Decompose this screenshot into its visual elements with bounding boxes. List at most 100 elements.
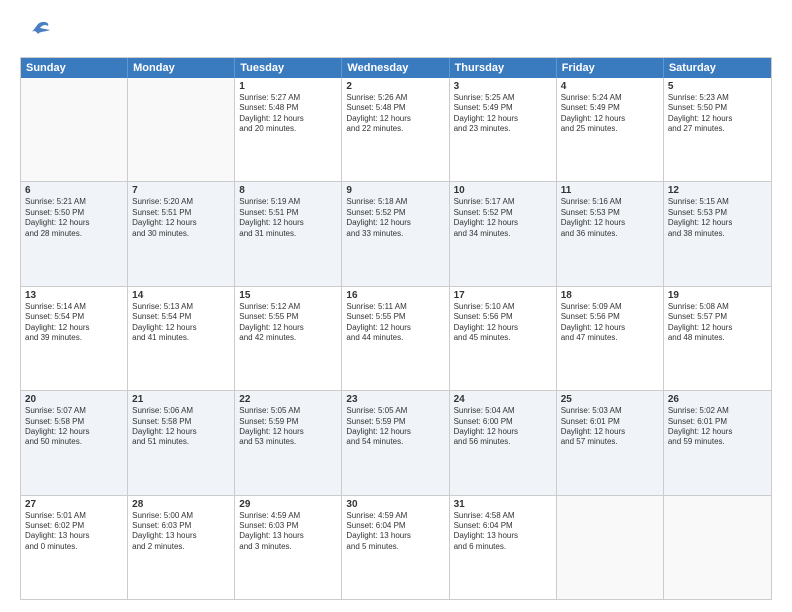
- day-number: 26: [668, 394, 767, 405]
- cell-details: Sunrise: 5:18 AM Sunset: 5:52 PM Dayligh…: [346, 197, 444, 239]
- calendar-cell: 21Sunrise: 5:06 AM Sunset: 5:58 PM Dayli…: [128, 391, 235, 494]
- day-number: 27: [25, 499, 123, 510]
- day-number: 14: [132, 290, 230, 301]
- calendar-cell: 7Sunrise: 5:20 AM Sunset: 5:51 PM Daylig…: [128, 182, 235, 285]
- day-number: 23: [346, 394, 444, 405]
- calendar-cell: 12Sunrise: 5:15 AM Sunset: 5:53 PM Dayli…: [664, 182, 771, 285]
- cell-details: Sunrise: 5:07 AM Sunset: 5:58 PM Dayligh…: [25, 406, 123, 448]
- calendar-cell: 5Sunrise: 5:23 AM Sunset: 5:50 PM Daylig…: [664, 78, 771, 181]
- day-number: 16: [346, 290, 444, 301]
- calendar-cell: 17Sunrise: 5:10 AM Sunset: 5:56 PM Dayli…: [450, 287, 557, 390]
- day-number: 2: [346, 81, 444, 92]
- header-cell-sunday: Sunday: [21, 58, 128, 78]
- cell-details: Sunrise: 5:09 AM Sunset: 5:56 PM Dayligh…: [561, 302, 659, 344]
- calendar-cell: 29Sunrise: 4:59 AM Sunset: 6:03 PM Dayli…: [235, 496, 342, 599]
- calendar-cell: 20Sunrise: 5:07 AM Sunset: 5:58 PM Dayli…: [21, 391, 128, 494]
- header-cell-saturday: Saturday: [664, 58, 771, 78]
- day-number: 8: [239, 185, 337, 196]
- calendar-row-0: 1Sunrise: 5:27 AM Sunset: 5:48 PM Daylig…: [21, 78, 771, 181]
- header-cell-friday: Friday: [557, 58, 664, 78]
- cell-details: Sunrise: 5:06 AM Sunset: 5:58 PM Dayligh…: [132, 406, 230, 448]
- day-number: 20: [25, 394, 123, 405]
- day-number: 3: [454, 81, 552, 92]
- header-cell-tuesday: Tuesday: [235, 58, 342, 78]
- calendar-cell: 13Sunrise: 5:14 AM Sunset: 5:54 PM Dayli…: [21, 287, 128, 390]
- calendar-cell: 18Sunrise: 5:09 AM Sunset: 5:56 PM Dayli…: [557, 287, 664, 390]
- header-cell-wednesday: Wednesday: [342, 58, 449, 78]
- day-number: 17: [454, 290, 552, 301]
- calendar-header: SundayMondayTuesdayWednesdayThursdayFrid…: [21, 58, 771, 78]
- calendar-cell: 4Sunrise: 5:24 AM Sunset: 5:49 PM Daylig…: [557, 78, 664, 181]
- day-number: 10: [454, 185, 552, 196]
- calendar-cell: 25Sunrise: 5:03 AM Sunset: 6:01 PM Dayli…: [557, 391, 664, 494]
- cell-details: Sunrise: 5:05 AM Sunset: 5:59 PM Dayligh…: [346, 406, 444, 448]
- cell-details: Sunrise: 5:01 AM Sunset: 6:02 PM Dayligh…: [25, 511, 123, 553]
- cell-details: Sunrise: 5:08 AM Sunset: 5:57 PM Dayligh…: [668, 302, 767, 344]
- cell-details: Sunrise: 5:12 AM Sunset: 5:55 PM Dayligh…: [239, 302, 337, 344]
- calendar-cell: 15Sunrise: 5:12 AM Sunset: 5:55 PM Dayli…: [235, 287, 342, 390]
- day-number: 11: [561, 185, 659, 196]
- cell-details: Sunrise: 5:05 AM Sunset: 5:59 PM Dayligh…: [239, 406, 337, 448]
- day-number: 21: [132, 394, 230, 405]
- calendar-row-1: 6Sunrise: 5:21 AM Sunset: 5:50 PM Daylig…: [21, 181, 771, 285]
- day-number: 15: [239, 290, 337, 301]
- calendar-cell: 30Sunrise: 4:59 AM Sunset: 6:04 PM Dayli…: [342, 496, 449, 599]
- cell-details: Sunrise: 5:26 AM Sunset: 5:48 PM Dayligh…: [346, 93, 444, 135]
- header-cell-monday: Monday: [128, 58, 235, 78]
- day-number: 12: [668, 185, 767, 196]
- cell-details: Sunrise: 5:15 AM Sunset: 5:53 PM Dayligh…: [668, 197, 767, 239]
- cell-details: Sunrise: 5:00 AM Sunset: 6:03 PM Dayligh…: [132, 511, 230, 553]
- calendar-cell: 19Sunrise: 5:08 AM Sunset: 5:57 PM Dayli…: [664, 287, 771, 390]
- cell-details: Sunrise: 5:14 AM Sunset: 5:54 PM Dayligh…: [25, 302, 123, 344]
- day-number: 9: [346, 185, 444, 196]
- cell-details: Sunrise: 4:58 AM Sunset: 6:04 PM Dayligh…: [454, 511, 552, 553]
- day-number: 19: [668, 290, 767, 301]
- page: SundayMondayTuesdayWednesdayThursdayFrid…: [0, 0, 792, 612]
- calendar-cell: 9Sunrise: 5:18 AM Sunset: 5:52 PM Daylig…: [342, 182, 449, 285]
- calendar-row-4: 27Sunrise: 5:01 AM Sunset: 6:02 PM Dayli…: [21, 495, 771, 599]
- cell-details: Sunrise: 5:11 AM Sunset: 5:55 PM Dayligh…: [346, 302, 444, 344]
- calendar-cell: [128, 78, 235, 181]
- logo-bird-icon: [24, 16, 52, 49]
- calendar-cell: [557, 496, 664, 599]
- day-number: 28: [132, 499, 230, 510]
- day-number: 31: [454, 499, 552, 510]
- cell-details: Sunrise: 5:20 AM Sunset: 5:51 PM Dayligh…: [132, 197, 230, 239]
- calendar-cell: 16Sunrise: 5:11 AM Sunset: 5:55 PM Dayli…: [342, 287, 449, 390]
- calendar-cell: 2Sunrise: 5:26 AM Sunset: 5:48 PM Daylig…: [342, 78, 449, 181]
- day-number: 25: [561, 394, 659, 405]
- cell-details: Sunrise: 5:19 AM Sunset: 5:51 PM Dayligh…: [239, 197, 337, 239]
- cell-details: Sunrise: 5:24 AM Sunset: 5:49 PM Dayligh…: [561, 93, 659, 135]
- calendar-cell: 11Sunrise: 5:16 AM Sunset: 5:53 PM Dayli…: [557, 182, 664, 285]
- cell-details: Sunrise: 5:21 AM Sunset: 5:50 PM Dayligh…: [25, 197, 123, 239]
- cell-details: Sunrise: 5:03 AM Sunset: 6:01 PM Dayligh…: [561, 406, 659, 448]
- calendar-body: 1Sunrise: 5:27 AM Sunset: 5:48 PM Daylig…: [21, 78, 771, 599]
- calendar-cell: 27Sunrise: 5:01 AM Sunset: 6:02 PM Dayli…: [21, 496, 128, 599]
- calendar-cell: 26Sunrise: 5:02 AM Sunset: 6:01 PM Dayli…: [664, 391, 771, 494]
- calendar: SundayMondayTuesdayWednesdayThursdayFrid…: [20, 57, 772, 600]
- calendar-cell: 14Sunrise: 5:13 AM Sunset: 5:54 PM Dayli…: [128, 287, 235, 390]
- calendar-row-3: 20Sunrise: 5:07 AM Sunset: 5:58 PM Dayli…: [21, 390, 771, 494]
- cell-details: Sunrise: 5:13 AM Sunset: 5:54 PM Dayligh…: [132, 302, 230, 344]
- day-number: 4: [561, 81, 659, 92]
- calendar-cell: [664, 496, 771, 599]
- calendar-cell: 10Sunrise: 5:17 AM Sunset: 5:52 PM Dayli…: [450, 182, 557, 285]
- cell-details: Sunrise: 5:23 AM Sunset: 5:50 PM Dayligh…: [668, 93, 767, 135]
- cell-details: Sunrise: 5:02 AM Sunset: 6:01 PM Dayligh…: [668, 406, 767, 448]
- calendar-cell: 1Sunrise: 5:27 AM Sunset: 5:48 PM Daylig…: [235, 78, 342, 181]
- calendar-cell: 3Sunrise: 5:25 AM Sunset: 5:49 PM Daylig…: [450, 78, 557, 181]
- day-number: 6: [25, 185, 123, 196]
- calendar-cell: 22Sunrise: 5:05 AM Sunset: 5:59 PM Dayli…: [235, 391, 342, 494]
- calendar-cell: [21, 78, 128, 181]
- cell-details: Sunrise: 5:17 AM Sunset: 5:52 PM Dayligh…: [454, 197, 552, 239]
- calendar-cell: 28Sunrise: 5:00 AM Sunset: 6:03 PM Dayli…: [128, 496, 235, 599]
- cell-details: Sunrise: 5:25 AM Sunset: 5:49 PM Dayligh…: [454, 93, 552, 135]
- calendar-cell: 31Sunrise: 4:58 AM Sunset: 6:04 PM Dayli…: [450, 496, 557, 599]
- day-number: 1: [239, 81, 337, 92]
- day-number: 30: [346, 499, 444, 510]
- calendar-row-2: 13Sunrise: 5:14 AM Sunset: 5:54 PM Dayli…: [21, 286, 771, 390]
- day-number: 5: [668, 81, 767, 92]
- header: [20, 16, 772, 49]
- day-number: 7: [132, 185, 230, 196]
- day-number: 29: [239, 499, 337, 510]
